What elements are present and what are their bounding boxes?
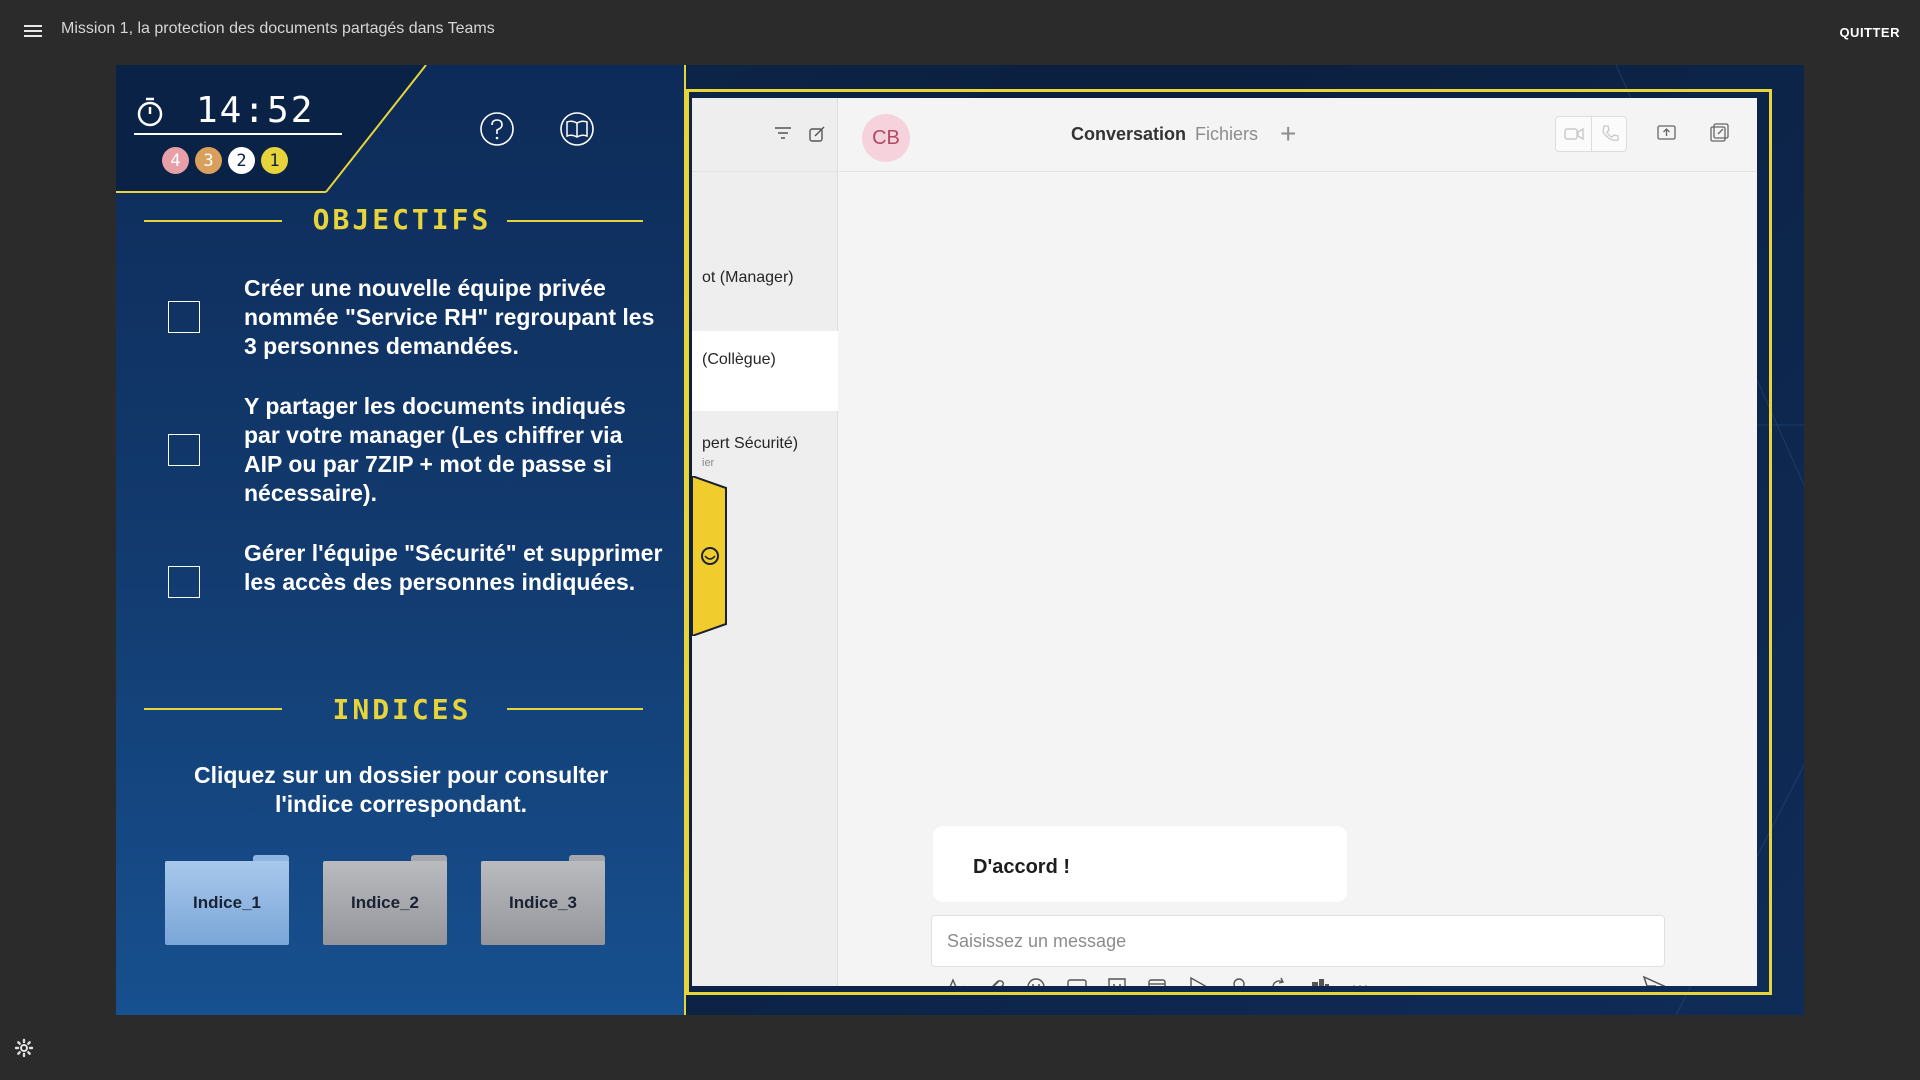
stopwatch-icon — [137, 97, 163, 127]
svg-text:GIF: GIF — [1070, 985, 1082, 986]
contact-status: ier — [702, 457, 715, 469]
coin-1: 1 — [261, 147, 288, 174]
side-pull-tab[interactable] — [692, 476, 732, 636]
objective-text-2: Y partager les documents indiqués par vo… — [244, 393, 626, 506]
score-coins: 4 3 2 1 — [162, 147, 288, 174]
chat-main-pane: CB Conversation Fichiers + D'accord ! Sa… — [839, 98, 1757, 986]
quit-button[interactable]: QUITTER — [1839, 25, 1900, 40]
praise-icon[interactable] — [1219, 972, 1260, 986]
emoji-icon[interactable] — [1016, 972, 1057, 986]
hint-folder-1[interactable]: Indice_1 — [165, 855, 289, 945]
hints-heading: INDICES — [332, 693, 472, 726]
contact-name: pert Sécurité) — [702, 435, 799, 452]
hints-instructions: Cliquez sur un dossier pour consulter l'… — [193, 762, 609, 817]
avatar[interactable]: CB — [862, 114, 910, 162]
book-icon[interactable] — [559, 111, 595, 147]
chat-list-pane: ot (Manager) (Collègue) pert Sécurité) i… — [692, 98, 838, 986]
objective-checkbox-1[interactable] — [168, 301, 200, 333]
gif-icon[interactable]: GIF — [1057, 972, 1098, 986]
objectives-panel: 14:52 4 3 2 1 OBJECTIFS Créer une nouvel… — [116, 65, 686, 1015]
mission-title: Mission 1, la protection des documents p… — [61, 20, 495, 37]
tab-files[interactable]: Fichiers — [1195, 124, 1258, 145]
send-icon[interactable] — [1642, 975, 1666, 986]
coin-4: 4 — [162, 147, 189, 174]
objectives-heading: OBJECTIFS — [312, 203, 492, 236]
objectives-line-left — [144, 220, 282, 222]
audio-call-icon[interactable] — [1600, 124, 1620, 144]
message-text: D'accord ! — [973, 856, 1071, 878]
add-tab-button[interactable]: + — [1280, 118, 1296, 150]
pop-out-icon[interactable] — [1709, 123, 1729, 143]
settings-gear-icon[interactable] — [14, 1038, 34, 1058]
objective-checkbox-2[interactable] — [168, 434, 200, 466]
chat-list-header — [692, 98, 838, 172]
share-screen-icon[interactable] — [1657, 124, 1677, 142]
call-buttons-group — [1555, 116, 1627, 152]
contact-name: ot (Manager) — [702, 269, 794, 286]
message-input[interactable] — [931, 915, 1665, 967]
chat-header: CB Conversation Fichiers + — [839, 98, 1757, 172]
hints-line-right — [507, 708, 643, 710]
loop-icon[interactable] — [1259, 972, 1300, 986]
apps-icon[interactable] — [1300, 972, 1341, 986]
attach-icon[interactable] — [976, 972, 1017, 986]
filter-icon[interactable] — [774, 125, 792, 141]
objective-text-1: Créer une nouvelle équipe privée nommée … — [244, 275, 655, 359]
hints-line-left — [144, 708, 282, 710]
objective-checkbox-3[interactable] — [168, 566, 200, 598]
more-icon[interactable] — [1340, 972, 1381, 986]
format-icon[interactable] — [935, 972, 976, 986]
tab-conversation[interactable]: Conversation — [1071, 124, 1186, 145]
hamburger-menu-icon[interactable] — [24, 24, 44, 40]
call-divider — [1591, 117, 1592, 151]
contact-manager[interactable]: ot (Manager) — [692, 249, 838, 329]
contact-colleague[interactable]: (Collègue) — [692, 331, 838, 411]
help-icon[interactable] — [479, 111, 515, 147]
top-bar: Mission 1, la protection des documents p… — [0, 0, 1920, 64]
video-call-icon[interactable] — [1564, 126, 1584, 142]
message-bubble: D'accord ! — [933, 826, 1347, 902]
objectives-line-right — [507, 220, 643, 222]
coin-2: 2 — [228, 147, 255, 174]
timer-underline — [134, 133, 342, 135]
coin-3: 3 — [195, 147, 222, 174]
teams-window: ot (Manager) (Collègue) pert Sécurité) i… — [692, 98, 1757, 986]
sticker-icon[interactable] — [1097, 972, 1138, 986]
hint-folder-3[interactable]: Indice_3 — [481, 855, 605, 945]
countdown-timer: 14:52 — [196, 90, 315, 131]
schedule-meeting-icon[interactable] — [1138, 972, 1179, 986]
hint-folder-2[interactable]: Indice_2 — [323, 855, 447, 945]
folder-label: Indice_3 — [481, 861, 605, 945]
contact-name: (Collègue) — [702, 351, 776, 368]
folder-label: Indice_1 — [165, 861, 289, 945]
stream-icon[interactable] — [1178, 972, 1219, 986]
objective-text-3: Gérer l'équipe "Sécurité" et supprimer l… — [244, 540, 663, 595]
compose-toolbar: GIF — [935, 972, 1381, 986]
folder-label: Indice_2 — [323, 861, 447, 945]
new-chat-icon[interactable] — [808, 125, 826, 143]
